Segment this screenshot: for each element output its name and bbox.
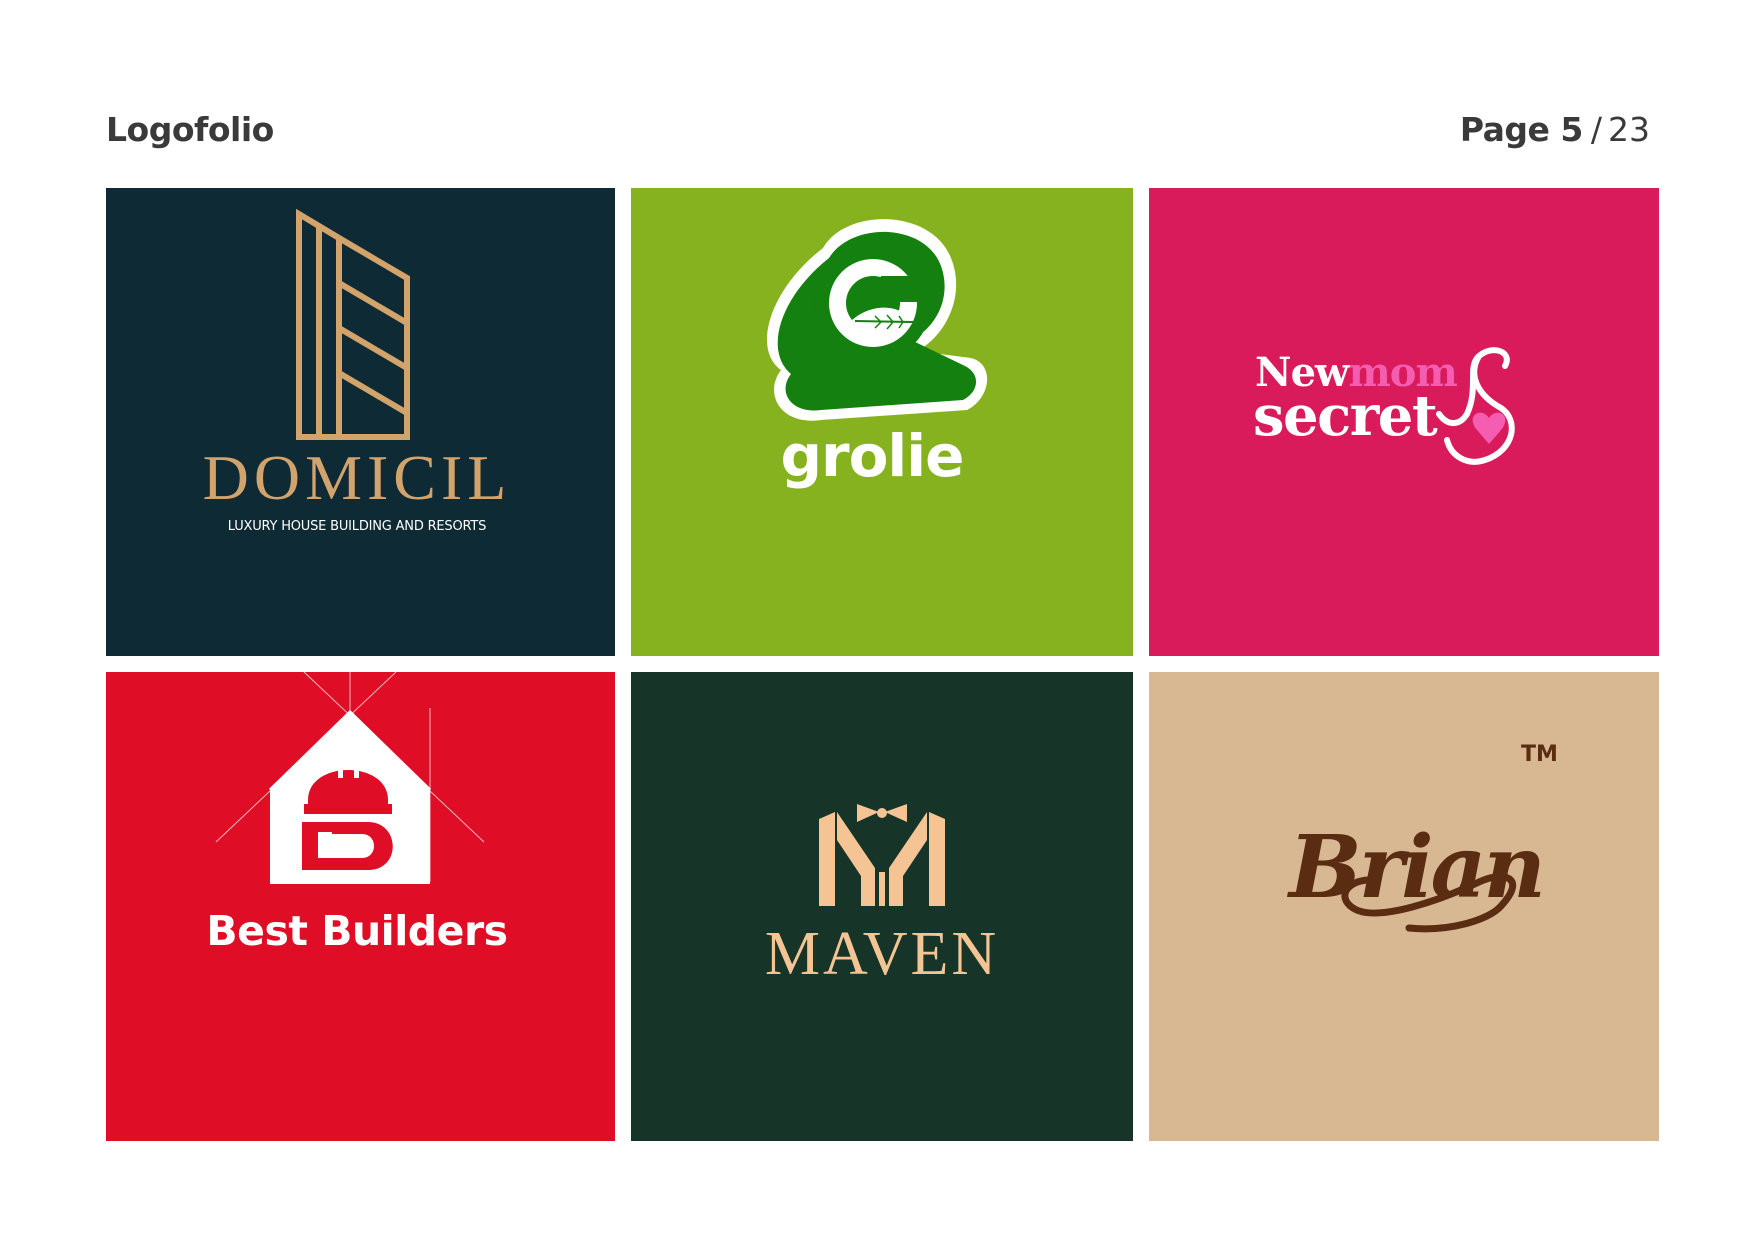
logo-grolie-name: grolie — [780, 422, 964, 490]
page-indicator: Page 5/23 — [1460, 108, 1650, 152]
logo-domicil-tagline: LUXURY HOUSE BUILDING AND RESORTS — [227, 519, 487, 534]
page-total: 23 — [1608, 110, 1650, 149]
logo-tile-best-builders: Best Builders — [106, 672, 615, 1141]
logo-tile-maven: MAVEN — [631, 672, 1133, 1141]
logo-tile-domicil: DOMICIL LUXURY HOUSE BUILDING AND RESORT… — [106, 188, 615, 656]
m-bowtie-icon — [819, 804, 945, 906]
heart-swirl-icon — [1436, 347, 1515, 465]
logo-tile-grolie: grolie — [631, 188, 1133, 656]
page-title: Logofolio — [106, 110, 274, 149]
page-current: Page 5 — [1459, 110, 1584, 149]
logo-domicil-name: DOMICIL — [202, 442, 512, 513]
page-separator: / — [1590, 110, 1602, 149]
building-lines-icon — [296, 208, 410, 440]
logo-maven-name: MAVEN — [764, 920, 1000, 988]
logo-tile-newmom-secret: Newmom secret — [1149, 188, 1659, 656]
logo-best-builders-name: Best Builders — [206, 907, 508, 955]
logo-tile-brian: Brian TM — [1149, 672, 1659, 1141]
script-signature-icon — [1341, 873, 1517, 933]
